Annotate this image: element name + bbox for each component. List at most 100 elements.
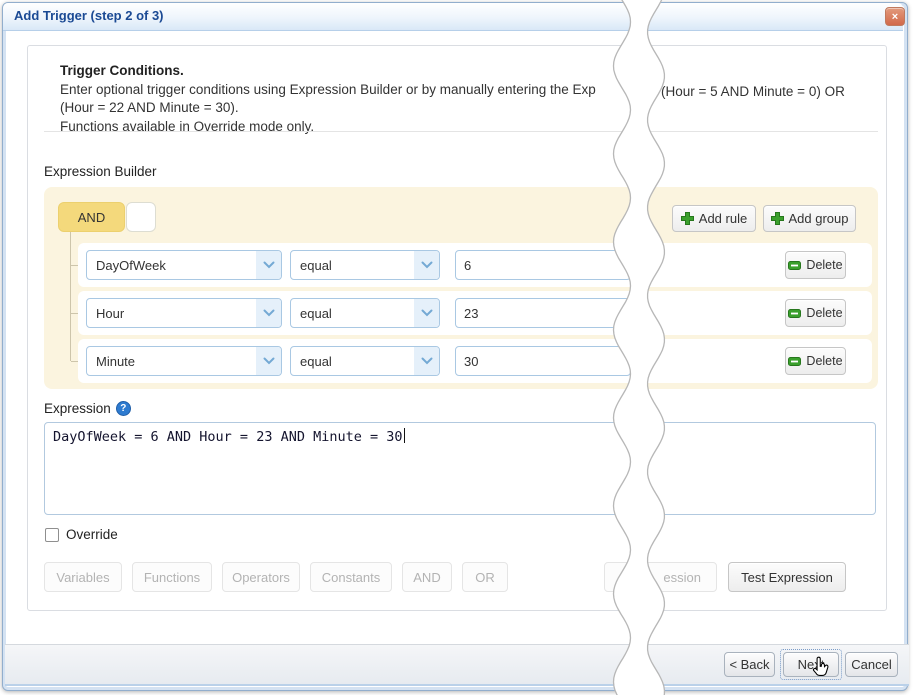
close-icon: ×	[892, 11, 898, 23]
operator-select-dayofweek[interactable]: equal	[290, 250, 440, 280]
clear-expression-button-partial[interactable]: ession	[604, 562, 717, 592]
plus-icon	[771, 212, 784, 225]
operators-label: Operators	[232, 570, 290, 585]
cancel-label: Cancel	[851, 657, 891, 672]
value-input-minute[interactable]	[456, 347, 640, 375]
dialog-title: Add Trigger (step 2 of 3)	[14, 8, 164, 23]
spinner-buttons[interactable]	[640, 299, 650, 327]
functions-button[interactable]: Functions	[132, 562, 212, 592]
intro-line-2: Enter optional trigger conditions using …	[60, 81, 596, 100]
add-group-label: Add group	[789, 211, 849, 226]
field-select-dayofweek[interactable]: DayOfWeek	[86, 250, 282, 280]
trigger-conditions-heading: Trigger Conditions.	[60, 62, 596, 81]
tree-connector-vertical	[70, 232, 71, 361]
group-operator-and-toggle[interactable]: AND	[58, 202, 125, 232]
operator-select-value: equal	[291, 306, 414, 321]
field-select-value: DayOfWeek	[87, 258, 256, 273]
trigger-conditions-text: Trigger Conditions. Enter optional trigg…	[60, 62, 596, 136]
functions-label: Functions	[144, 570, 200, 585]
chevron-down-icon	[256, 347, 281, 375]
minus-icon	[788, 261, 801, 270]
chevron-down-icon	[256, 251, 281, 279]
tree-connector-stub	[71, 361, 78, 362]
text-caret	[404, 428, 405, 443]
chevron-down-icon	[256, 299, 281, 327]
expression-label-row: Expression ?	[44, 401, 131, 416]
test-expression-button[interactable]: Test Expression	[728, 562, 846, 592]
help-glyph: ?	[120, 403, 126, 414]
chevron-up-icon	[640, 306, 650, 312]
help-icon[interactable]: ?	[116, 401, 131, 416]
field-select-minute[interactable]: Minute	[86, 346, 282, 376]
group-operator-or-toggle[interactable]	[126, 202, 156, 232]
expression-text: DayOfWeek = 6 AND Hour = 23 AND Minute =…	[53, 429, 403, 445]
expression-label: Expression	[44, 401, 111, 416]
delete-button-label: Delete	[806, 306, 842, 320]
chevron-down-icon	[414, 299, 439, 327]
variables-button[interactable]: Variables	[44, 562, 122, 592]
delete-rule-button[interactable]: Delete	[785, 299, 846, 327]
chevron-up-icon	[640, 258, 650, 264]
intro-line-4: Functions available in Override mode onl…	[60, 118, 596, 137]
delete-button-label: Delete	[806, 354, 842, 368]
and-label: AND	[413, 570, 440, 585]
spinner-buttons[interactable]	[640, 251, 650, 279]
test-expression-label: Test Expression	[741, 570, 833, 585]
field-select-value: Minute	[87, 354, 256, 369]
constants-label: Constants	[322, 570, 381, 585]
next-button-focus-ring: Next	[780, 649, 842, 680]
override-label: Override	[66, 527, 118, 542]
screenshot-stage: Add Trigger (step 2 of 3) × Trigger Cond…	[0, 0, 914, 695]
field-select-hour[interactable]: Hour	[86, 298, 282, 328]
intro-line-2-right-fragment: (Hour = 5 AND Minute = 0) OR	[661, 84, 845, 99]
expression-textarea[interactable]: DayOfWeek = 6 AND Hour = 23 AND Minute =…	[44, 422, 876, 515]
override-row: Override	[45, 527, 118, 542]
section-divider	[44, 131, 878, 132]
next-label: Next	[798, 657, 825, 672]
back-button[interactable]: < Back	[724, 652, 775, 677]
delete-button-label: Delete	[806, 258, 842, 272]
intro-line-3: (Hour = 22 AND Minute = 30).	[60, 99, 596, 118]
chevron-up-icon	[640, 354, 650, 360]
add-rule-label: Add rule	[699, 211, 747, 226]
tree-connector-stub	[71, 313, 78, 314]
chevron-down-icon	[640, 315, 650, 321]
close-button[interactable]: ×	[885, 7, 905, 26]
or-button[interactable]: OR	[462, 562, 508, 592]
field-select-value: Hour	[87, 306, 256, 321]
cancel-button[interactable]: Cancel	[845, 652, 898, 677]
operator-select-hour[interactable]: equal	[290, 298, 440, 328]
chevron-down-icon	[414, 347, 439, 375]
chevron-down-icon	[640, 267, 650, 273]
or-label: OR	[475, 570, 495, 585]
spinner-buttons[interactable]	[640, 347, 650, 375]
operators-button[interactable]: Operators	[222, 562, 300, 592]
value-spinner-dayofweek	[455, 250, 631, 280]
delete-rule-button[interactable]: Delete	[785, 347, 846, 375]
delete-rule-button[interactable]: Delete	[785, 251, 846, 279]
operator-select-value: equal	[291, 258, 414, 273]
expression-builder-label: Expression Builder	[44, 164, 157, 179]
plus-icon	[681, 212, 694, 225]
tree-connector-stub	[71, 265, 78, 266]
value-spinner-minute	[455, 346, 631, 376]
value-spinner-hour	[455, 298, 631, 328]
value-input-hour[interactable]	[456, 299, 640, 327]
and-button[interactable]: AND	[402, 562, 452, 592]
minus-icon	[788, 309, 801, 318]
operator-select-minute[interactable]: equal	[290, 346, 440, 376]
chevron-down-icon	[640, 363, 650, 369]
partial-label: ession	[663, 570, 701, 585]
chevron-down-icon	[414, 251, 439, 279]
variables-label: Variables	[56, 570, 109, 585]
and-toggle-label: AND	[78, 210, 105, 225]
back-label: < Back	[729, 657, 769, 672]
add-group-button[interactable]: Add group	[763, 205, 856, 232]
value-input-dayofweek[interactable]	[456, 251, 640, 279]
operator-select-value: equal	[291, 354, 414, 369]
add-rule-button[interactable]: Add rule	[672, 205, 756, 232]
next-button[interactable]: Next	[783, 652, 839, 677]
minus-icon	[788, 357, 801, 366]
override-checkbox[interactable]	[45, 528, 59, 542]
constants-button[interactable]: Constants	[310, 562, 392, 592]
